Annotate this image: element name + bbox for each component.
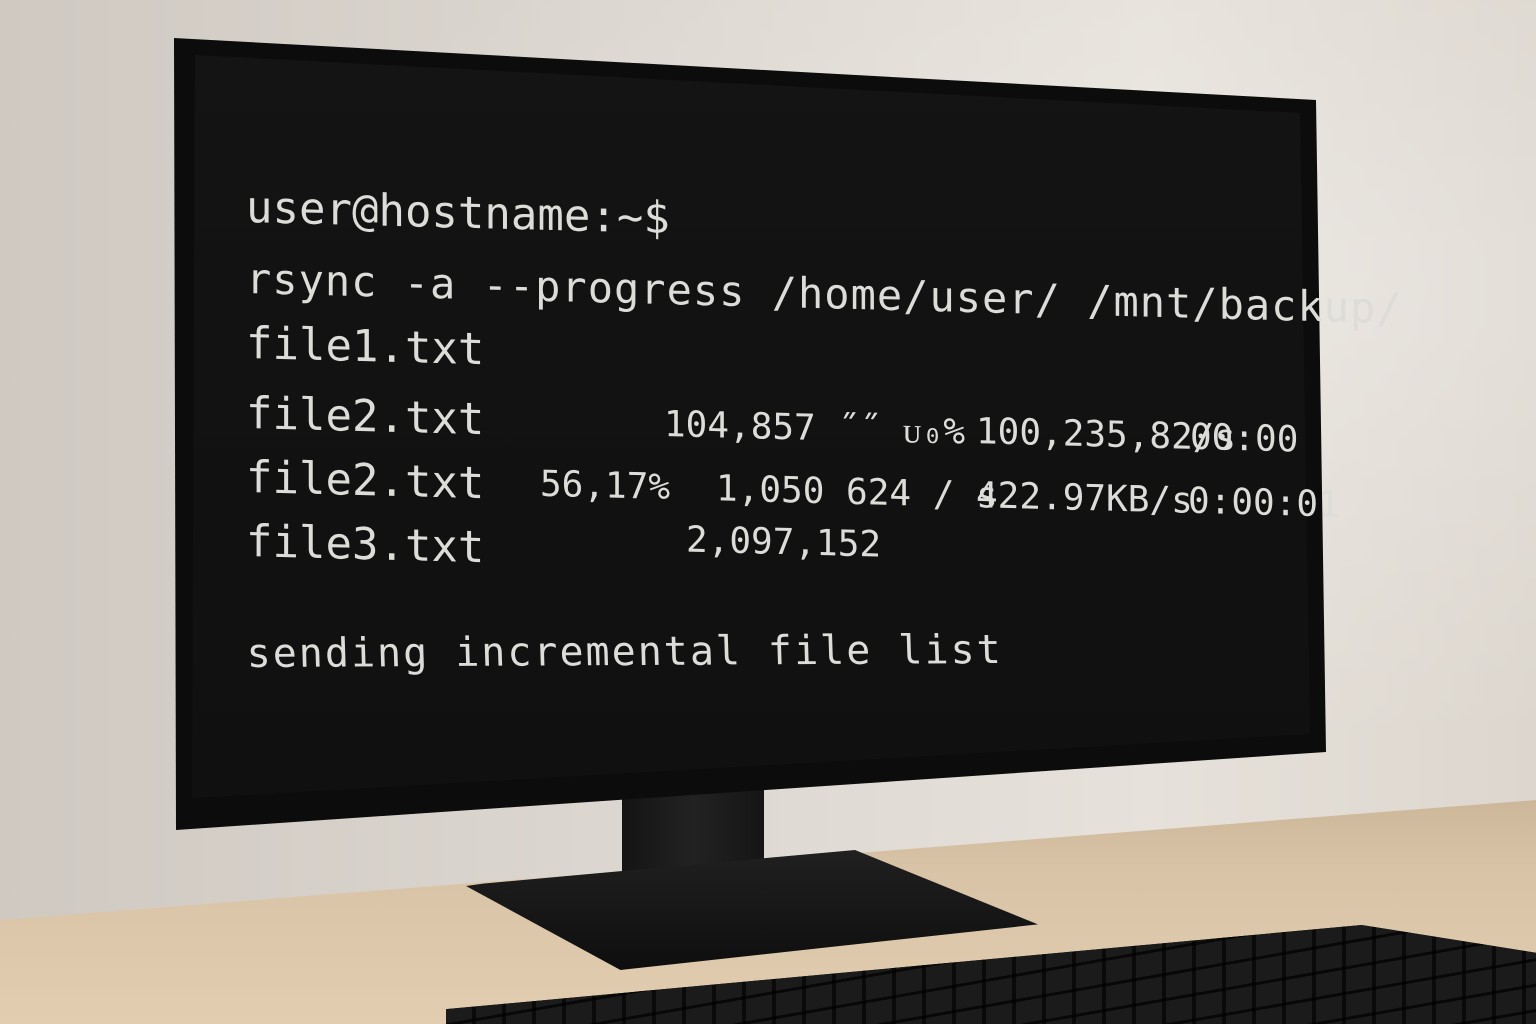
file-row-file1: file1.txt bbox=[246, 318, 485, 376]
monitor: user@hostname:~$ rsync -a --progress /ho… bbox=[0, 0, 1536, 1024]
elapsed-time: 0:00:01 bbox=[1188, 480, 1340, 526]
file-name: file2.txt bbox=[246, 452, 485, 510]
file-name: file3.txt bbox=[246, 516, 485, 574]
bytes-transferred: 1,050 624 / s bbox=[716, 468, 998, 517]
status-message: sending incremental file list bbox=[245, 627, 1004, 678]
bytes-transferred: 104,857 ˝˝ ᴜ₀% bbox=[664, 403, 966, 453]
transfer-rate: 422.97KB/s bbox=[976, 475, 1193, 522]
elapsed-time: 00:00 bbox=[1190, 416, 1299, 461]
shell-prompt: user@hostname:~$ bbox=[246, 182, 670, 245]
file-name: file2.txt bbox=[246, 388, 485, 446]
bytes-transferred: 2,097,152 bbox=[686, 519, 882, 566]
progress-percent: 56,17% bbox=[540, 463, 671, 509]
